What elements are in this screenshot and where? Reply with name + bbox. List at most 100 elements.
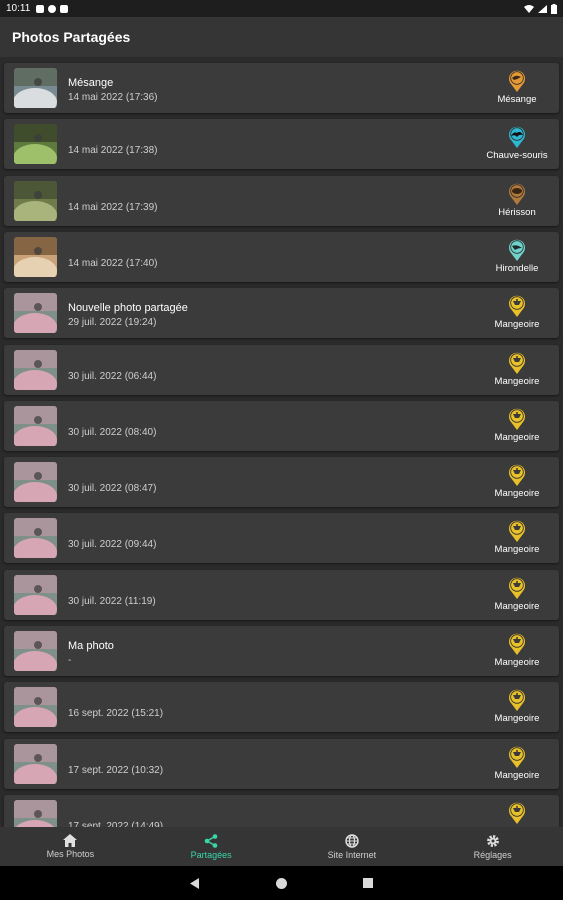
photo-thumbnail[interactable] bbox=[14, 518, 57, 559]
category-tag[interactable]: Hérisson bbox=[475, 182, 559, 218]
status-bar: 10:11 bbox=[0, 0, 563, 17]
nav-partagees[interactable]: Partagées bbox=[141, 827, 282, 866]
mesange-pin-icon bbox=[509, 70, 525, 92]
nav-site-internet[interactable]: Site Internet bbox=[282, 827, 423, 866]
swallow-pin-icon bbox=[509, 239, 525, 261]
list-item[interactable]: Ma photo - Mangeoire bbox=[4, 626, 559, 676]
hedgehog-pin-icon bbox=[509, 183, 525, 205]
status-time: 10:11 bbox=[6, 3, 31, 14]
item-date: 14 mai 2022 (17:40) bbox=[68, 257, 158, 269]
category-tag[interactable]: Mésange bbox=[475, 69, 559, 105]
category-label: Mangeoire bbox=[494, 375, 540, 387]
category-label: Mangeoire bbox=[494, 488, 540, 500]
nav-label: Réglages bbox=[473, 849, 512, 860]
category-label: Mangeoire bbox=[494, 713, 540, 725]
feeder-pin-icon bbox=[509, 746, 525, 768]
nav-label: Site Internet bbox=[327, 849, 377, 860]
globe-icon bbox=[345, 833, 359, 848]
photo-thumbnail[interactable] bbox=[14, 462, 57, 503]
list-item[interactable]: Mésange 14 mai 2022 (17:36) Mésange bbox=[4, 63, 559, 113]
photo-thumbnail[interactable] bbox=[14, 180, 57, 221]
nav-mes-photos[interactable]: Mes Photos bbox=[0, 827, 141, 866]
feeder-pin-icon bbox=[509, 690, 525, 712]
item-date: 30 juil. 2022 (09:44) bbox=[68, 539, 157, 551]
category-label: Hirondelle bbox=[495, 262, 539, 274]
category-tag[interactable]: Mangeoire bbox=[475, 632, 559, 668]
list-item[interactable]: 30 juil. 2022 (08:47) Mangeoire bbox=[4, 457, 559, 508]
item-date: 29 juil. 2022 (19:24) bbox=[68, 317, 157, 329]
wifi-icon bbox=[524, 4, 534, 13]
item-title: Mésange bbox=[68, 77, 114, 89]
feeder-pin-icon bbox=[509, 521, 525, 543]
photo-thumbnail[interactable] bbox=[14, 124, 57, 165]
category-tag[interactable]: Mangeoire bbox=[475, 519, 559, 555]
photo-thumbnail[interactable] bbox=[14, 687, 57, 728]
category-tag[interactable]: Mangeoire bbox=[475, 745, 559, 781]
shared-photos-list[interactable]: Mésange 14 mai 2022 (17:36) Mésange 14 mai … bbox=[0, 57, 563, 827]
list-item[interactable]: 14 mai 2022 (17:39) Hérisson bbox=[4, 175, 559, 226]
photo-thumbnail[interactable] bbox=[14, 574, 57, 615]
list-item[interactable]: 17 sept. 2022 (14:49)Mangeoire bbox=[4, 794, 559, 827]
notification-icon bbox=[48, 4, 57, 13]
list-item[interactable]: 30 juil. 2022 (09:44) Mangeoire bbox=[4, 513, 559, 564]
nav-reglages[interactable]: Réglages bbox=[422, 827, 563, 866]
item-date: 30 juil. 2022 (11:19) bbox=[68, 595, 156, 607]
category-tag[interactable]: Hirondelle bbox=[475, 238, 559, 274]
feeder-pin-icon bbox=[509, 352, 525, 374]
photo-thumbnail[interactable] bbox=[14, 293, 57, 334]
feeder-pin-icon bbox=[509, 464, 525, 487]
signal-icon bbox=[538, 4, 547, 13]
category-tag[interactable]: Mangeoire bbox=[475, 407, 559, 443]
item-title: Ma photo bbox=[68, 640, 114, 652]
category-tag[interactable]: Mangeoire bbox=[475, 801, 559, 827]
list-item[interactable]: 30 juil. 2022 (11:19) Mangeoire bbox=[4, 569, 559, 620]
battery-icon bbox=[551, 3, 557, 14]
list-item[interactable]: 16 sept. 2022 (15:21) Mangeoire bbox=[4, 682, 559, 733]
feeder-pin-icon bbox=[509, 633, 525, 655]
item-date: 16 sept. 2022 (15:21) bbox=[68, 708, 164, 720]
list-item[interactable]: 30 juil. 2022 (08:40) Mangeoire bbox=[4, 400, 559, 451]
category-tag[interactable]: Chauve-souris bbox=[475, 125, 559, 161]
item-date: 14 mai 2022 (17:36) bbox=[68, 92, 158, 103]
list-item[interactable]: 17 sept. 2022 (10:32) Mangeoire bbox=[4, 738, 559, 789]
item-date: - bbox=[68, 655, 72, 666]
category-label: Chauve-souris bbox=[486, 150, 548, 162]
list-item[interactable]: Nouvelle photo partagée 29 juil. 2022 (19… bbox=[4, 288, 559, 339]
photo-thumbnail[interactable] bbox=[14, 405, 57, 446]
recents-icon[interactable] bbox=[363, 878, 373, 888]
list-item[interactable]: 14 mai 2022 (17:38) Chauve-souris bbox=[4, 119, 559, 170]
photo-thumbnail[interactable] bbox=[14, 631, 57, 671]
feeder-pin-icon bbox=[509, 802, 525, 824]
bottom-navigation: Mes Photos Partagées Site Internet Régla… bbox=[0, 827, 563, 866]
photo-thumbnail[interactable] bbox=[14, 349, 57, 390]
category-label: Mésange bbox=[497, 94, 537, 105]
home-circle-icon[interactable] bbox=[276, 877, 287, 889]
category-tag[interactable]: Mangeoire bbox=[475, 688, 559, 724]
category-tag[interactable]: Mangeoire bbox=[475, 463, 559, 499]
item-date: 17 sept. 2022 (10:32) bbox=[68, 764, 164, 776]
item-date: 30 juil. 2022 (06:44) bbox=[68, 370, 157, 382]
item-date: 30 juil. 2022 (08:47) bbox=[68, 483, 157, 495]
category-label: Mangeoire bbox=[494, 319, 540, 331]
photo-thumbnail[interactable] bbox=[14, 799, 57, 827]
category-label: Mangeoire bbox=[494, 600, 540, 612]
system-navigation-bar bbox=[0, 866, 563, 900]
item-date: 14 mai 2022 (17:38) bbox=[68, 145, 158, 157]
back-icon[interactable] bbox=[190, 877, 200, 889]
page-title: Photos Partagées bbox=[12, 29, 131, 45]
list-item[interactable]: 14 mai 2022 (17:40) Hirondelle bbox=[4, 231, 559, 282]
list-item[interactable]: 30 juil. 2022 (06:44) Mangeoire bbox=[4, 344, 559, 395]
category-tag[interactable]: Mangeoire bbox=[475, 351, 559, 387]
category-label: Mangeoire bbox=[494, 431, 540, 443]
feeder-pin-icon bbox=[509, 577, 525, 599]
photo-thumbnail[interactable] bbox=[14, 68, 57, 108]
category-label: Mangeoire bbox=[494, 769, 540, 781]
category-tag[interactable]: Mangeoire bbox=[475, 576, 559, 612]
category-tag[interactable]: Mangeoire bbox=[475, 294, 559, 330]
item-title: Nouvelle photo partagée bbox=[68, 302, 188, 315]
bat-pin-icon bbox=[509, 127, 525, 149]
photo-thumbnail[interactable] bbox=[14, 236, 57, 277]
photo-thumbnail[interactable] bbox=[14, 743, 57, 784]
nav-label: Partagées bbox=[190, 849, 232, 860]
item-date: 30 juil. 2022 (08:40) bbox=[68, 426, 157, 438]
